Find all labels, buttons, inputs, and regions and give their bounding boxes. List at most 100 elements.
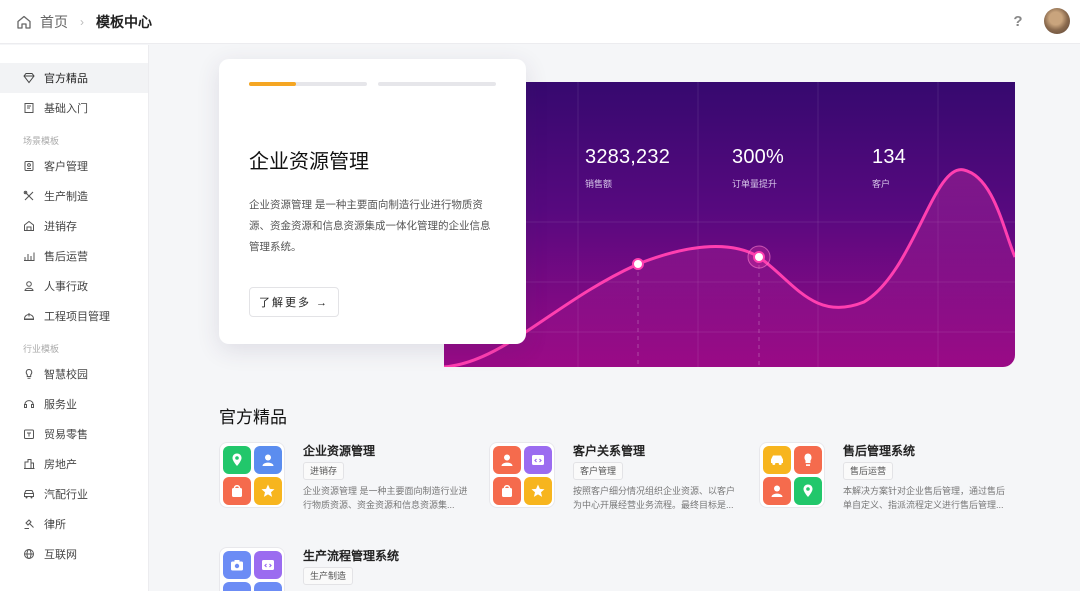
template-description: 按照客户细分情况组织企业资源、以客户为中心开展经营业务流程。最终目标是...	[573, 486, 736, 510]
diamond-icon	[23, 72, 35, 84]
car-icon	[763, 446, 791, 474]
headset-icon	[23, 398, 35, 410]
sidebar-item-label: 汽配行业	[44, 489, 88, 501]
stat-value: 300%	[732, 146, 784, 168]
template-card-aftersales[interactable]: 售后管理系统 售后运营 本解决方案针对企业售后管理，通过售后单自定义、指派流程定…	[759, 442, 1014, 514]
template-card-crm[interactable]: 客户关系管理 客户管理 按照客户细分情况组织企业资源、以客户为中心开展经营业务流…	[489, 442, 744, 514]
sidebar-item-inventory[interactable]: 进销存	[0, 211, 148, 241]
sidebar-item-label: 工程项目管理	[44, 311, 110, 323]
template-tag: 生产制造	[303, 567, 354, 585]
sidebar-item-label: 客户管理	[44, 161, 88, 173]
code-icon	[254, 551, 282, 579]
bulb-icon	[794, 446, 822, 474]
template-icon-grid	[219, 442, 285, 508]
stat-label: 销售额	[585, 179, 613, 189]
template-title: 生产流程管理系统	[303, 549, 400, 563]
chevron-right-icon: ›	[80, 14, 84, 29]
sidebar-item-auto[interactable]: 汽配行业	[0, 479, 148, 509]
sidebar-item-aftersales[interactable]: 售后运营	[0, 241, 148, 271]
sidebar-item-service[interactable]: 服务业	[0, 389, 148, 419]
star-icon	[524, 477, 552, 505]
sidebar-item-label: 进销存	[44, 221, 77, 233]
sidebar-item-basics[interactable]: 基础入门	[0, 93, 148, 123]
sidebar-item-label: 人事行政	[44, 281, 88, 293]
sidebar-item-label: 智慧校园	[44, 369, 88, 381]
home-icon[interactable]	[16, 14, 32, 30]
code-icon	[524, 446, 552, 474]
template-tag: 进销存	[303, 462, 345, 480]
helmet-icon	[23, 310, 35, 322]
hero-wave-graphic	[444, 82, 1015, 367]
sidebar-item-label: 官方精品	[44, 73, 88, 85]
template-card-erp[interactable]: 企业资源管理 进销存 企业资源管理 是一种主要面向制造行业进行物质资源、资金资源…	[219, 442, 474, 514]
sidebar-item-label: 律所	[44, 519, 66, 531]
chart-point	[632, 258, 644, 270]
template-icon-grid	[489, 442, 555, 508]
car-icon	[23, 488, 35, 500]
building-icon	[23, 458, 35, 470]
carousel-indicator[interactable]	[378, 82, 496, 86]
learn-more-button[interactable]: 了解更多 →	[249, 287, 339, 317]
user-icon	[493, 446, 521, 474]
sidebar-item-realestate[interactable]: 房地产	[0, 449, 148, 479]
template-tag: 客户管理	[573, 462, 624, 480]
location-icon	[794, 477, 822, 505]
star-icon	[254, 477, 282, 505]
user-icon	[763, 477, 791, 505]
top-bar: 首页 › 模板中心 ?	[0, 0, 1080, 44]
carousel-indicator-fill	[249, 82, 297, 86]
camera-icon	[223, 551, 251, 579]
sidebar-item-engineering[interactable]: 工程项目管理	[0, 301, 148, 331]
template-icon-grid	[219, 547, 285, 591]
bag-icon	[223, 582, 251, 591]
sidebar-item-label: 贸易零售	[44, 429, 88, 441]
location-icon	[223, 446, 251, 474]
stat-value: 3283,232	[585, 146, 671, 168]
sidebar-item-internet[interactable]: 互联网	[0, 539, 148, 569]
template-tag: 售后运营	[843, 462, 894, 480]
person-icon	[23, 280, 35, 292]
bag-icon	[493, 477, 521, 505]
avatar[interactable]	[1044, 8, 1070, 34]
hero-description: 企业资源管理 是一种主要面向制造行业进行物质资源、资金资源和信息资源集成一体化管…	[249, 199, 491, 253]
help-icon[interactable]: ?	[1008, 12, 1028, 32]
sidebar-item-label: 服务业	[44, 399, 77, 411]
template-title: 企业资源管理	[303, 444, 376, 458]
sidebar-item-label: 生产制造	[44, 191, 88, 203]
sidebar-group-scene: 场景模板	[23, 136, 60, 146]
chart-point	[753, 251, 765, 263]
sidebar-item-law[interactable]: 律所	[0, 509, 148, 539]
stat-customers: 134 客户	[872, 146, 906, 190]
stat-orders: 300% 订单量提升	[732, 146, 784, 190]
box-icon	[254, 582, 282, 591]
bulb-icon	[23, 368, 35, 380]
stat-label: 订单量提升	[732, 179, 778, 189]
hero-card: 企业资源管理 企业资源管理 是一种主要面向制造行业进行物质资源、资金资源和信息资…	[219, 59, 526, 344]
template-card-production[interactable]: 生产流程管理系统 生产制造	[219, 547, 474, 591]
sidebar-item-hr[interactable]: 人事行政	[0, 271, 148, 301]
sidebar-item-manufacturing[interactable]: 生产制造	[0, 181, 148, 211]
sidebar-group-industry: 行业模板	[23, 344, 60, 354]
bag-icon	[223, 477, 251, 505]
sidebar-item-label: 互联网	[44, 549, 77, 561]
template-title: 客户关系管理	[573, 444, 646, 458]
sidebar-item-label: 售后运营	[44, 251, 88, 263]
breadcrumb: 首页 › 模板中心	[16, 12, 152, 32]
id-card-icon	[23, 160, 35, 172]
hero-title: 企业资源管理	[249, 151, 369, 173]
template-description: 企业资源管理 是一种主要面向制造行业进行物质资源、资金资源和信息资源集...	[303, 486, 468, 510]
stat-sales: 3283,232 销售额	[585, 146, 670, 190]
sidebar-item-retail[interactable]: 贸易零售	[0, 419, 148, 449]
sidebar-item-label: 房地产	[44, 459, 77, 471]
warehouse-icon	[23, 220, 35, 232]
sidebar-item-campus[interactable]: 智慧校园	[0, 359, 148, 389]
carousel-indicator-active[interactable]	[249, 82, 367, 86]
breadcrumb-home[interactable]: 首页	[40, 12, 68, 32]
user-icon	[254, 446, 282, 474]
breadcrumb-current: 模板中心	[96, 13, 152, 30]
sidebar-item-customer[interactable]: 客户管理	[0, 151, 148, 181]
template-description: 本解决方案针对企业售后管理，通过售后单自定义、指派流程定义进行售后管理...	[843, 486, 1006, 510]
sidebar-item-official[interactable]: 官方精品	[0, 63, 148, 93]
chart-icon	[23, 250, 35, 262]
gavel-icon	[23, 518, 35, 530]
